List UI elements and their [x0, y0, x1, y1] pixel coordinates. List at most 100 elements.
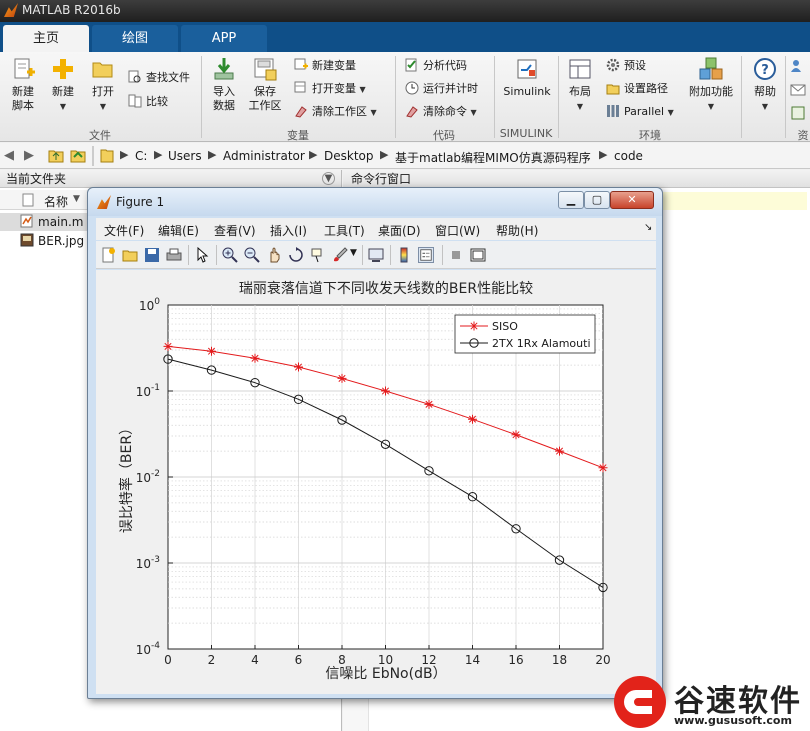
crumb-users[interactable]: Users — [168, 149, 202, 163]
hide-tools-icon[interactable] — [448, 247, 464, 263]
file-item-main-m[interactable]: main.m — [0, 213, 88, 231]
menu-dock-arrow-icon[interactable]: ↘ — [644, 222, 652, 233]
crumb-separator-icon: ▶ — [309, 148, 318, 161]
menu-view[interactable]: 查看(V) — [214, 222, 256, 239]
data-point-asterisk-marker — [511, 430, 521, 440]
y-tick-label: 100 — [139, 297, 160, 313]
tab-plots[interactable]: 绘图 — [92, 25, 178, 52]
print-icon[interactable] — [166, 247, 182, 263]
community-icon[interactable] — [790, 58, 806, 74]
simulink-button[interactable]: Simulink — [500, 56, 554, 99]
brush-icon[interactable] — [332, 247, 348, 263]
sort-arrow-icon[interactable]: ▼ — [73, 194, 80, 204]
set-path-icon — [606, 84, 620, 95]
save-workspace-button[interactable]: 保存 工作区 — [246, 56, 284, 113]
menu-help[interactable]: 帮助(H) — [496, 222, 538, 239]
import-data-button[interactable]: 导入 数据 — [206, 56, 242, 113]
save-workspace-icon — [254, 58, 277, 81]
new-variable-button[interactable]: 新建变量 — [294, 57, 356, 75]
x-tick-label: 16 — [508, 653, 523, 667]
file-item-ber-jpg[interactable]: BER.jpg — [20, 232, 84, 250]
open-icon[interactable] — [122, 247, 138, 263]
compare-button[interactable]: 比较 — [128, 93, 168, 111]
y-tick-label: 10-3 — [136, 555, 160, 571]
group-label-variable: 变量 — [287, 129, 309, 142]
current-folder-title: 当前文件夹 — [0, 170, 341, 188]
new-variable-label: 新建变量 — [312, 59, 356, 72]
help-label: 帮助 — [754, 85, 776, 98]
zoom-in-icon[interactable] — [222, 247, 238, 263]
data-point-asterisk-marker — [469, 321, 479, 331]
new-figure-icon[interactable] — [100, 247, 116, 263]
ribbon-separator — [201, 56, 202, 138]
dock-icon[interactable] — [470, 247, 486, 263]
parallel-button[interactable]: Parallel ▼ — [606, 103, 674, 121]
x-tick-label: 12 — [421, 653, 436, 667]
help-button[interactable]: ? 帮助 ▼ — [748, 56, 782, 114]
tab-home[interactable]: 主页 — [3, 25, 89, 52]
tab-apps[interactable]: APP — [181, 25, 267, 52]
open-variable-button[interactable]: 打开变量 ▼ — [294, 80, 366, 98]
layout-button[interactable]: 布局 ▼ — [563, 56, 597, 114]
back-arrow-icon[interactable]: ◀ — [4, 148, 14, 163]
panel-menu-icon[interactable]: ▼ — [322, 172, 335, 185]
browse-folder-icon[interactable] — [70, 148, 86, 163]
figure-menubar: 文件(F) 编辑(E) 查看(V) 插入(I) 工具(T) 桌面(D) 窗口(W… — [96, 218, 656, 240]
x-tick-label: 8 — [338, 653, 346, 667]
menu-insert[interactable]: 插入(I) — [270, 222, 307, 239]
colorbar-icon[interactable] — [396, 247, 412, 263]
close-button[interactable]: ✕ — [610, 191, 654, 209]
menu-edit[interactable]: 编辑(E) — [158, 222, 199, 239]
save-icon[interactable] — [144, 247, 160, 263]
menu-window[interactable]: 窗口(W) — [435, 222, 480, 239]
clear-commands-label: 清除命令 — [423, 105, 467, 118]
new-button[interactable]: 新建 ▼ — [46, 56, 80, 114]
crumb-desktop[interactable]: Desktop — [324, 149, 374, 163]
data-cursor-icon[interactable] — [310, 247, 326, 263]
crumb-administrator[interactable]: Administrator — [223, 149, 305, 163]
learn-matlab-icon[interactable] — [790, 105, 806, 121]
y-tick-exponent: 0 — [154, 297, 160, 307]
forward-arrow-icon[interactable]: ▶ — [24, 148, 34, 163]
chart-legend[interactable]: SISO 2TX 1Rx Alamouti — [454, 314, 596, 354]
data-point-asterisk-marker — [468, 414, 477, 424]
request-support-icon[interactable] — [790, 82, 806, 98]
run-and-time-button[interactable]: 运行并计时 — [405, 80, 478, 98]
y-axis-label: 误比特率（BER） — [118, 421, 135, 533]
crumb-drive[interactable]: C: — [135, 149, 147, 163]
find-files-button[interactable]: 查找文件 — [128, 69, 190, 87]
legend-icon[interactable] — [418, 247, 434, 263]
preferences-button[interactable]: 预设 — [606, 57, 646, 75]
name-column-header[interactable]: 名称 — [44, 193, 68, 210]
menu-file[interactable]: 文件(F) — [104, 222, 144, 239]
file-type-col-icon — [22, 193, 34, 207]
rotate-icon[interactable] — [288, 247, 304, 263]
open-button[interactable]: 打开 ▼ — [86, 56, 120, 114]
menu-desktop[interactable]: 桌面(D) — [378, 222, 421, 239]
crumb-project-folder[interactable]: 基于matlab编程MIMO仿真源码程序 — [395, 149, 591, 166]
pan-icon[interactable] — [266, 247, 282, 263]
simulink-icon — [517, 59, 537, 79]
analyze-code-button[interactable]: 分析代码 — [405, 57, 467, 75]
addons-button[interactable]: 附加功能 ▼ — [686, 56, 736, 114]
clear-workspace-button[interactable]: 清除工作区 ▼ — [294, 103, 377, 121]
crumb-separator-icon: ▶ — [208, 148, 217, 161]
link-icon[interactable] — [368, 247, 384, 263]
up-folder-icon[interactable] — [48, 148, 64, 163]
brush-dropdown-icon[interactable]: ▼ — [350, 248, 357, 258]
set-path-button[interactable]: 设置路径 — [606, 80, 668, 98]
minimize-button[interactable]: ▁ — [558, 191, 584, 209]
group-label-simulink: SIMULINK — [499, 127, 553, 140]
toolbar-separator — [362, 245, 363, 265]
help-icon: ? — [754, 58, 776, 80]
pointer-icon[interactable] — [194, 247, 210, 263]
figure-matlab-icon — [97, 195, 111, 209]
crumb-code[interactable]: code — [614, 149, 643, 163]
menu-tools[interactable]: 工具(T) — [324, 222, 365, 239]
maximize-button[interactable]: ▢ — [584, 191, 610, 209]
zoom-out-icon[interactable] — [244, 247, 260, 263]
clear-commands-button[interactable]: 清除命令 ▼ — [405, 103, 477, 121]
y-tick-label: 10-1 — [136, 383, 160, 399]
new-script-button[interactable]: 新建 脚本 — [6, 56, 40, 113]
app-title: MATLAB R2016b — [22, 3, 121, 17]
